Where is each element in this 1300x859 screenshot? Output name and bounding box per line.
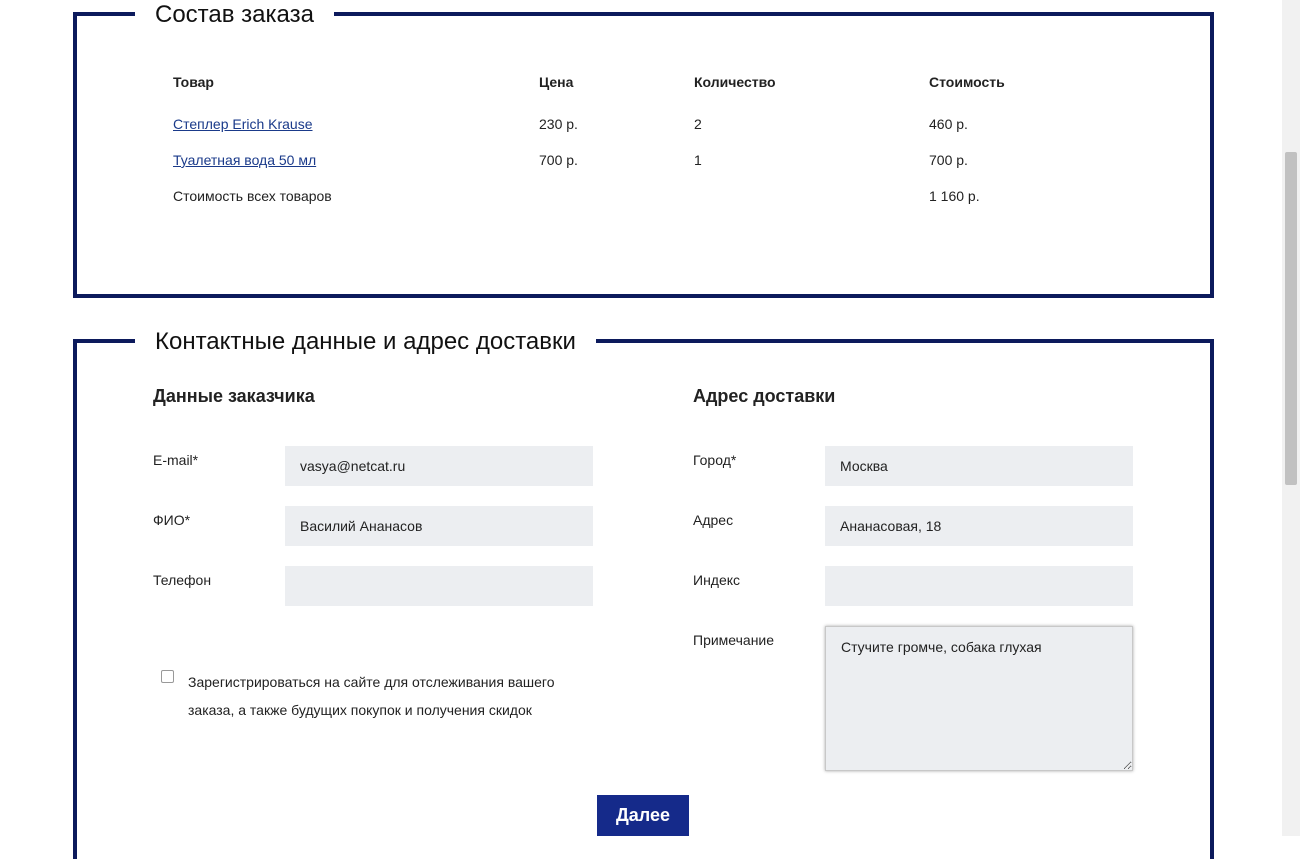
next-button[interactable]: Далее — [597, 795, 689, 836]
name-label: ФИО* — [153, 512, 191, 528]
order-section-title: Состав заказа — [135, 0, 334, 30]
note-textarea[interactable]: Стучите громче, собака глухая — [825, 626, 1133, 771]
name-field[interactable] — [285, 506, 593, 546]
scrollbar[interactable] — [1282, 0, 1300, 836]
quantity-cell: 1 — [694, 152, 702, 168]
total-cell: 700 р. — [929, 152, 968, 168]
col-header-price: Цена — [539, 74, 574, 90]
scrollbar-thumb[interactable] — [1285, 152, 1297, 485]
product-link[interactable]: Степлер Erich Krause — [173, 116, 313, 132]
register-checkbox[interactable] — [161, 670, 174, 683]
email-label: E-mail* — [153, 452, 199, 468]
address-label: Адрес — [693, 512, 734, 528]
price-cell: 230 р. — [539, 116, 578, 132]
city-field[interactable] — [825, 446, 1133, 486]
zip-field[interactable] — [825, 566, 1133, 606]
address-field[interactable] — [825, 506, 1133, 546]
col-header-total: Стоимость — [929, 74, 1005, 90]
phone-field[interactable] — [285, 566, 593, 606]
zip-label: Индекс — [693, 572, 741, 588]
col-header-product: Товар — [173, 74, 214, 90]
contact-section-title: Контактные данные и адрес доставки — [135, 327, 596, 357]
total-cell: 460 р. — [929, 116, 968, 132]
customer-heading: Данные заказчика — [153, 386, 315, 406]
product-link[interactable]: Туалетная вода 50 мл — [173, 152, 316, 168]
email-field[interactable] — [285, 446, 593, 486]
price-cell: 700 р. — [539, 152, 578, 168]
phone-label: Телефон — [153, 572, 212, 588]
note-label: Примечание — [693, 632, 775, 648]
delivery-heading: Адрес доставки — [693, 386, 836, 406]
register-label[interactable]: Зарегистрироваться на сайте для отслежив… — [188, 668, 588, 724]
sum-label: Стоимость всех товаров — [173, 188, 332, 204]
sum-value: 1 160 р. — [929, 188, 980, 204]
quantity-cell: 2 — [694, 116, 702, 132]
col-header-quantity: Количество — [694, 74, 776, 90]
city-label: Город* — [693, 452, 737, 468]
